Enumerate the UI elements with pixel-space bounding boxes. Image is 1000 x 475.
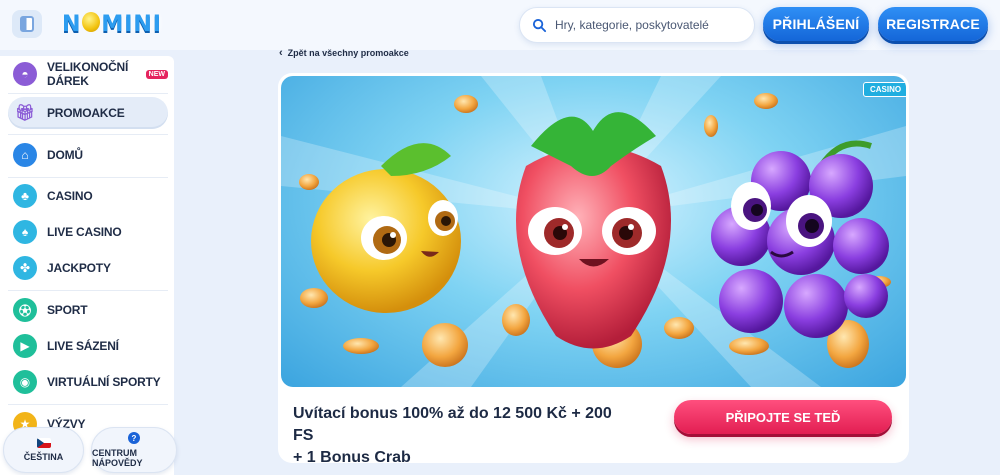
search-input[interactable] xyxy=(555,18,745,32)
sidebar-item-sport[interactable]: ⚽︎ SPORT xyxy=(8,294,168,326)
sidebar-item-label: LIVE SÁZENÍ xyxy=(47,339,119,353)
sidebar-item-virtual-sports[interactable]: ◉ VIRTUÁLNÍ SPORTY xyxy=(8,366,168,398)
clover-icon: ✤ xyxy=(13,256,37,280)
new-badge: NEW xyxy=(145,69,168,79)
sidebar-item-live-casino[interactable]: ♠ LIVE CASINO xyxy=(8,216,168,248)
login-button[interactable]: PŘIHLÁŠENÍ xyxy=(763,7,869,41)
sidebar-item-jackpots[interactable]: ✤ JACKPOTY xyxy=(8,252,168,284)
home-icon: ⌂ xyxy=(13,143,37,167)
sidebar-nav: ◓ VELIKONOČNÍ DÁREK NEW 🎁︎ PROMOAKCE ⌂ D… xyxy=(0,56,174,475)
help-center-button[interactable]: ? CENTRUM NÁPOVĚDY xyxy=(91,427,177,473)
sidebar-item-label: VIRTUÁLNÍ SPORTY xyxy=(47,375,161,389)
sidebar-item-label: CASINO xyxy=(47,189,93,203)
sidebar-item-label: PROMOAKCE xyxy=(47,106,125,120)
promo-title: Uvítací bonus 100% až do 12 500 Kč + 200… xyxy=(293,403,633,469)
back-link-label: Zpět na všechny promoakce xyxy=(287,48,409,58)
divider xyxy=(8,134,168,135)
sidebar-item-promotions[interactable]: 🎁︎ PROMOAKCE xyxy=(8,97,168,129)
fruit-characters-illustration xyxy=(281,76,906,387)
promo-banner-image: CASINO xyxy=(281,76,906,387)
search-icon xyxy=(532,18,547,32)
promo-card: CASINO Uvítací bonus 100% až do 12 500 K… xyxy=(278,73,909,466)
sidebar-item-live-betting[interactable]: ▶ LIVE SÁZENÍ xyxy=(8,330,168,362)
cherries-icon: ♣ xyxy=(13,184,37,208)
register-button[interactable]: REGISTRACE xyxy=(878,7,988,41)
football-icon: ⚽︎ xyxy=(13,298,37,322)
promo-title-line2: + 1 Bonus Crab xyxy=(293,449,411,466)
sidebar-item-label: LIVE CASINO xyxy=(47,225,122,239)
sidebar-item-label: DOMŮ xyxy=(47,148,83,162)
sidebar-toggle-button[interactable] xyxy=(12,10,42,38)
language-label: ČEŠTINA xyxy=(23,452,64,462)
top-header: NMINI PŘIHLÁŠENÍ REGISTRACE xyxy=(0,0,1000,50)
sidebar-toggle-icon xyxy=(20,16,34,32)
sidebar-item-casino[interactable]: ♣ CASINO xyxy=(8,180,168,212)
divider xyxy=(8,93,168,94)
sidebar-item-label: SPORT xyxy=(47,303,88,317)
search-bar[interactable] xyxy=(519,7,755,43)
sidebar-item-label: VELIKONOČNÍ DÁREK xyxy=(47,60,129,88)
cards-icon: ♠ xyxy=(13,220,37,244)
back-to-promotions-link[interactable]: ‹ Zpět na všechny promoakce xyxy=(279,47,409,59)
join-now-button[interactable]: PŘIPOJTE SE TEĎ xyxy=(674,400,892,434)
virtual-ball-icon: ◉ xyxy=(13,370,37,394)
question-icon: ? xyxy=(128,432,140,444)
chevron-left-icon: ‹ xyxy=(279,47,283,59)
sidebar-item-label: JACKPOTY xyxy=(47,261,111,275)
casino-tag: CASINO xyxy=(863,82,906,97)
language-button[interactable]: ČEŠTINA xyxy=(3,427,84,473)
live-tv-icon: ▶ xyxy=(13,334,37,358)
sidebar-item-easter-gift[interactable]: ◓ VELIKONOČNÍ DÁREK NEW xyxy=(8,58,168,90)
gift-icon: 🎁︎ xyxy=(14,105,36,122)
divider xyxy=(8,177,168,178)
divider xyxy=(8,404,168,405)
help-label: CENTRUM NÁPOVĚDY xyxy=(92,448,143,468)
nomini-logo[interactable]: N MINI xyxy=(62,7,162,41)
czech-flag-icon xyxy=(36,438,51,448)
promo-title-line1: Uvítací bonus 100% až do 12 500 Kč + 200… xyxy=(293,405,612,444)
gift-egg-icon: ◓ xyxy=(13,62,37,86)
sidebar-item-home[interactable]: ⌂ DOMŮ xyxy=(8,139,168,171)
divider xyxy=(8,290,168,291)
